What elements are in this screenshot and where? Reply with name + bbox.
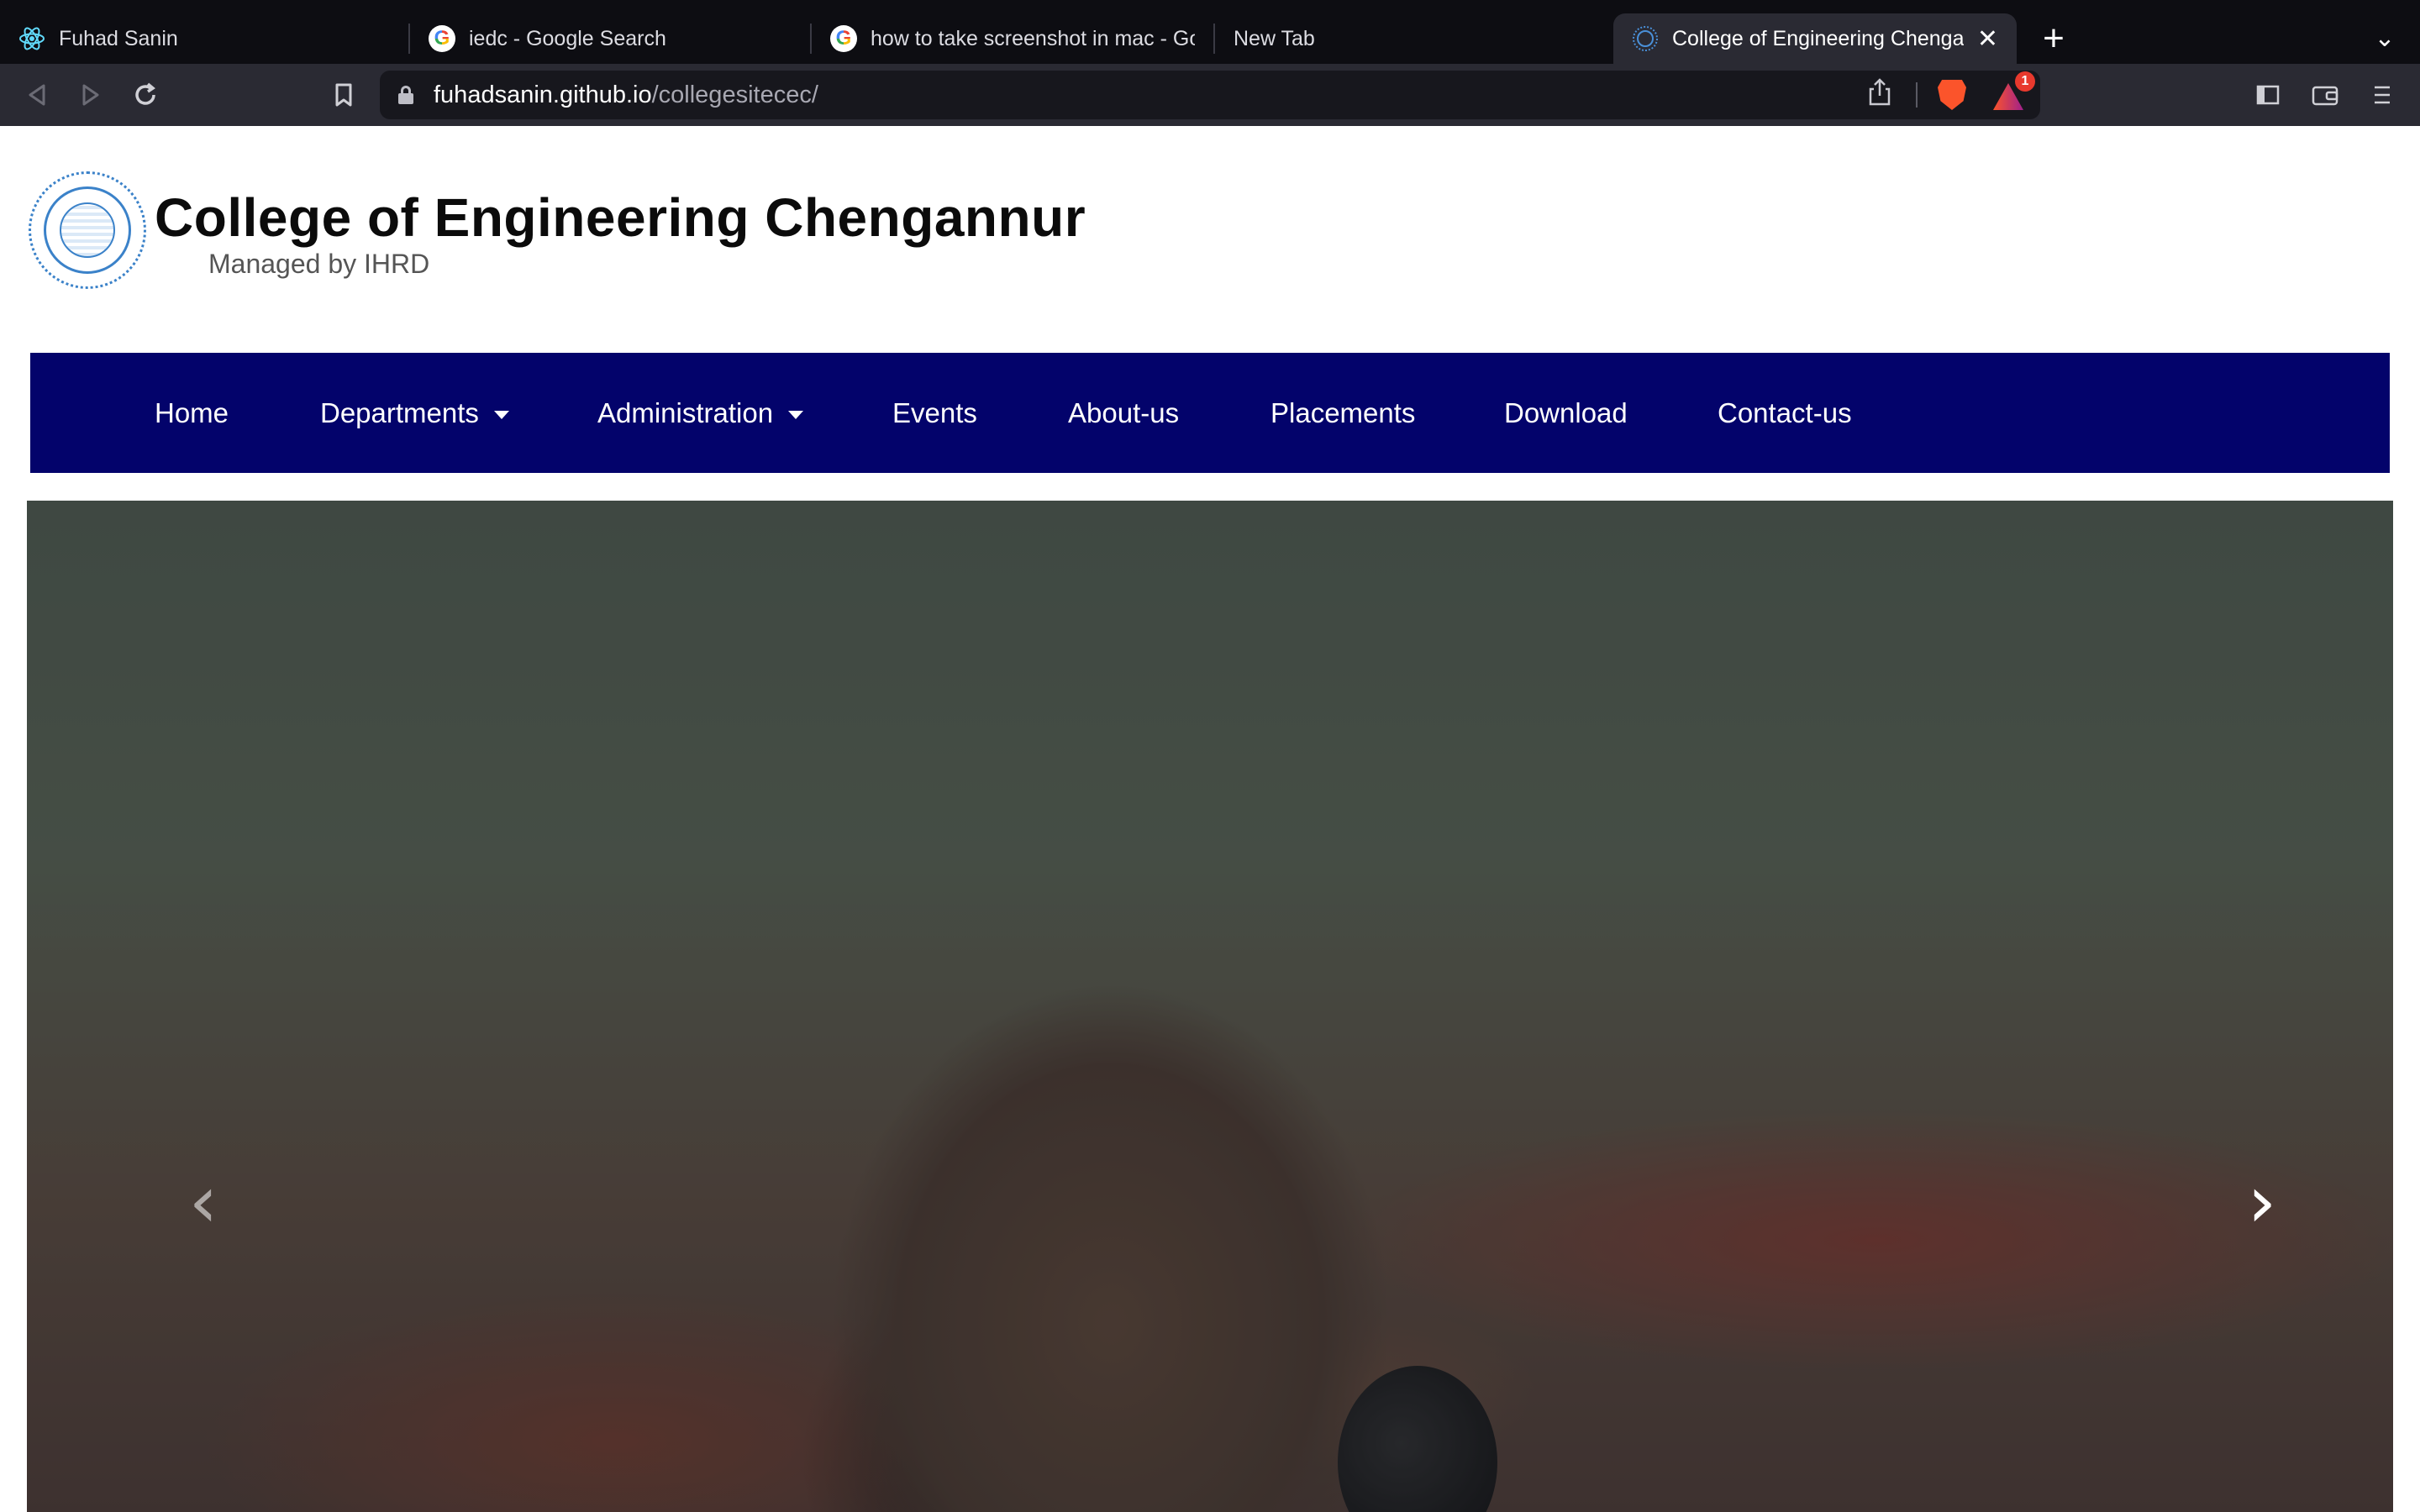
nav-contact-us[interactable]: Contact-us	[1718, 353, 1852, 473]
hero-overlay	[27, 501, 2393, 1512]
nav-home[interactable]: Home	[155, 353, 229, 473]
tab-title: how to take screenshot in mac - Go	[871, 26, 1195, 50]
browser-tab-screenshot-search[interactable]: G how to take screenshot in mac - Go	[812, 13, 1213, 64]
nav-contact-us-label: Contact-us	[1718, 397, 1852, 428]
nav-placements[interactable]: Placements	[1270, 353, 1415, 473]
nav-departments-dropdown[interactable]: Departments	[320, 353, 509, 473]
notification-badge: 1	[2015, 71, 2035, 92]
college-logo-ring	[44, 186, 131, 274]
url-path: /collegesitecec/	[651, 81, 818, 108]
nav-administration-label: Administration	[597, 397, 774, 428]
college-logo-emblem	[60, 202, 115, 258]
address-bar-actions: 1	[1867, 71, 2040, 119]
menu-icon[interactable]	[2363, 76, 2402, 114]
browser-tab-fuhad-sanin[interactable]: Fuhad Sanin	[0, 13, 408, 64]
browser-tab-new-tab[interactable]: New Tab	[1215, 13, 1613, 64]
url-text[interactable]: fuhadsanin.github.io/collegesitecec/	[434, 81, 818, 109]
react-icon	[18, 25, 45, 52]
browser-tab-strip: Fuhad Sanin G iedc - Google Search G how…	[0, 0, 2420, 64]
wallet-icon[interactable]	[2306, 76, 2344, 114]
nav-download-label: Download	[1504, 397, 1628, 428]
nav-departments-label: Departments	[320, 397, 479, 428]
browser-toolbar: fuhadsanin.github.io/collegesitecec/ 1	[0, 64, 2420, 126]
tab-title: iedc - Google Search	[469, 26, 666, 50]
nav-about-us-label: About-us	[1068, 397, 1180, 428]
reload-icon[interactable]	[126, 76, 165, 114]
address-bar[interactable]: fuhadsanin.github.io/collegesitecec/ 1	[380, 71, 2040, 119]
new-tab-button[interactable]: +	[2035, 17, 2072, 60]
hero-carousel[interactable]: ‹ ›	[27, 501, 2393, 1512]
tab-title: New Tab	[1234, 26, 1315, 50]
site-header: College of Engineering Chengannur Manage…	[0, 126, 2420, 353]
brave-shields-icon[interactable]	[1938, 80, 1966, 110]
carousel-next-icon[interactable]: ›	[2237, 1164, 2287, 1240]
nav-events-label: Events	[892, 397, 977, 428]
google-icon: G	[830, 25, 857, 52]
back-icon[interactable]	[18, 76, 57, 114]
college-logo[interactable]	[29, 171, 146, 289]
nav-about-us[interactable]: About-us	[1068, 353, 1179, 473]
tab-list-chevron-icon[interactable]: ⌄	[2368, 17, 2402, 60]
sidebar-toggle-icon[interactable]	[2249, 76, 2287, 114]
forward-icon[interactable]	[71, 76, 109, 114]
tab-title: Fuhad Sanin	[59, 26, 178, 50]
browser-tab-iedc-search[interactable]: G iedc - Google Search	[410, 13, 810, 64]
share-icon[interactable]	[1867, 77, 1892, 113]
caret-down-icon	[493, 411, 509, 420]
browser-tab-college-site[interactable]: College of Engineering Chengar ✕	[1613, 13, 2017, 64]
google-icon: G	[429, 25, 455, 52]
nav-home-label: Home	[155, 397, 229, 428]
site-title: College of Engineering Chengannur	[155, 187, 1086, 248]
lock-icon[interactable]	[398, 86, 413, 104]
carousel-prev-icon[interactable]: ‹	[178, 1164, 229, 1240]
nav-events[interactable]: Events	[892, 353, 977, 473]
brave-rewards-button[interactable]: 1	[1993, 71, 2035, 110]
close-tab-icon[interactable]: ✕	[1977, 24, 1998, 54]
main-navbar: Home Departments Administration Events A…	[30, 353, 2390, 473]
tab-title: College of Engineering Chengar	[1672, 26, 1964, 50]
site-subtitle: Managed by IHRD	[208, 249, 430, 279]
url-host: fuhadsanin.github.io	[434, 81, 652, 108]
nav-administration-dropdown[interactable]: Administration	[597, 353, 804, 473]
college-logo-icon	[1632, 25, 1659, 52]
nav-download[interactable]: Download	[1504, 353, 1628, 473]
caret-down-icon	[788, 411, 804, 420]
nav-placements-label: Placements	[1270, 397, 1416, 428]
address-bar-divider	[1916, 82, 1918, 108]
bookmark-icon[interactable]	[324, 76, 363, 114]
